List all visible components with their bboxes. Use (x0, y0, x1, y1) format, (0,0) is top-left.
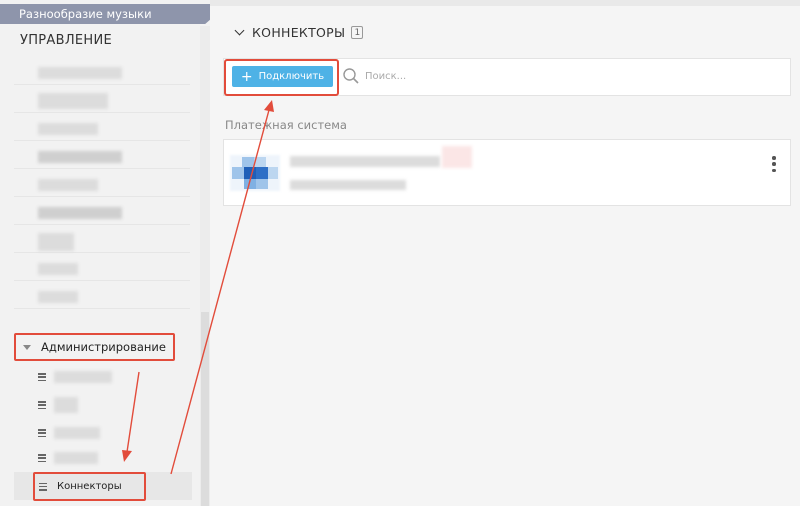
list-icon (38, 401, 46, 409)
sidebar-subitem-redacted[interactable] (38, 449, 98, 467)
sidebar-subitem-redacted[interactable] (38, 368, 112, 386)
group-title: Платежная система (225, 118, 347, 132)
list-icon (39, 482, 47, 491)
section-title: УПРАВЛЕНИЕ (20, 33, 113, 48)
page-title: КОННЕКТОРЫ (252, 25, 346, 40)
sidebar-item-label: Коннекторы (57, 481, 122, 492)
chevron-down-icon[interactable] (234, 25, 245, 36)
list-icon (38, 429, 46, 437)
list-icon (38, 373, 46, 381)
list-icon (38, 454, 46, 462)
sidebar-scrollbar-thumb[interactable] (201, 312, 209, 506)
plus-icon: + (240, 68, 253, 85)
sidebar-item-redacted[interactable] (14, 201, 190, 225)
kebab-menu-icon[interactable] (771, 156, 777, 172)
sidebar-group-administration[interactable]: Администрирование (14, 333, 175, 361)
count-badge: 1 (351, 26, 364, 39)
sidebar-item-redacted[interactable] (14, 229, 190, 253)
sidebar-item-redacted[interactable] (14, 61, 190, 85)
sidebar-item-redacted[interactable] (14, 257, 190, 281)
sidebar-item-redacted[interactable] (14, 173, 190, 197)
connector-status-redacted (442, 146, 472, 168)
sidebar-item-redacted[interactable] (14, 117, 190, 141)
connector-description-redacted (290, 180, 406, 190)
sidebar-item-redacted[interactable] (14, 89, 190, 113)
sidebar-item-redacted[interactable] (14, 145, 190, 169)
top-strip (210, 0, 800, 6)
sidebar-subitem-redacted[interactable] (38, 396, 78, 414)
sidebar-group-label: Администрирование (41, 340, 166, 354)
sidebar-item-redacted[interactable] (14, 285, 190, 309)
connector-card[interactable] (223, 139, 791, 206)
section-header[interactable]: КОННЕКТОРЫ 1 (234, 25, 364, 40)
connect-button-label: Подключить (258, 71, 325, 82)
caret-down-icon (23, 344, 31, 350)
connect-button[interactable]: + Подключить (232, 66, 333, 87)
connector-logo (230, 155, 280, 191)
connector-name-redacted (290, 156, 440, 167)
search-icon[interactable] (342, 67, 360, 85)
sidebar-item-connectors[interactable]: Коннекторы (33, 472, 146, 501)
search-input[interactable] (365, 68, 565, 84)
organization-tab[interactable]: Разнообразие музыки (0, 4, 228, 24)
sidebar-subitem-redacted[interactable] (38, 424, 100, 442)
